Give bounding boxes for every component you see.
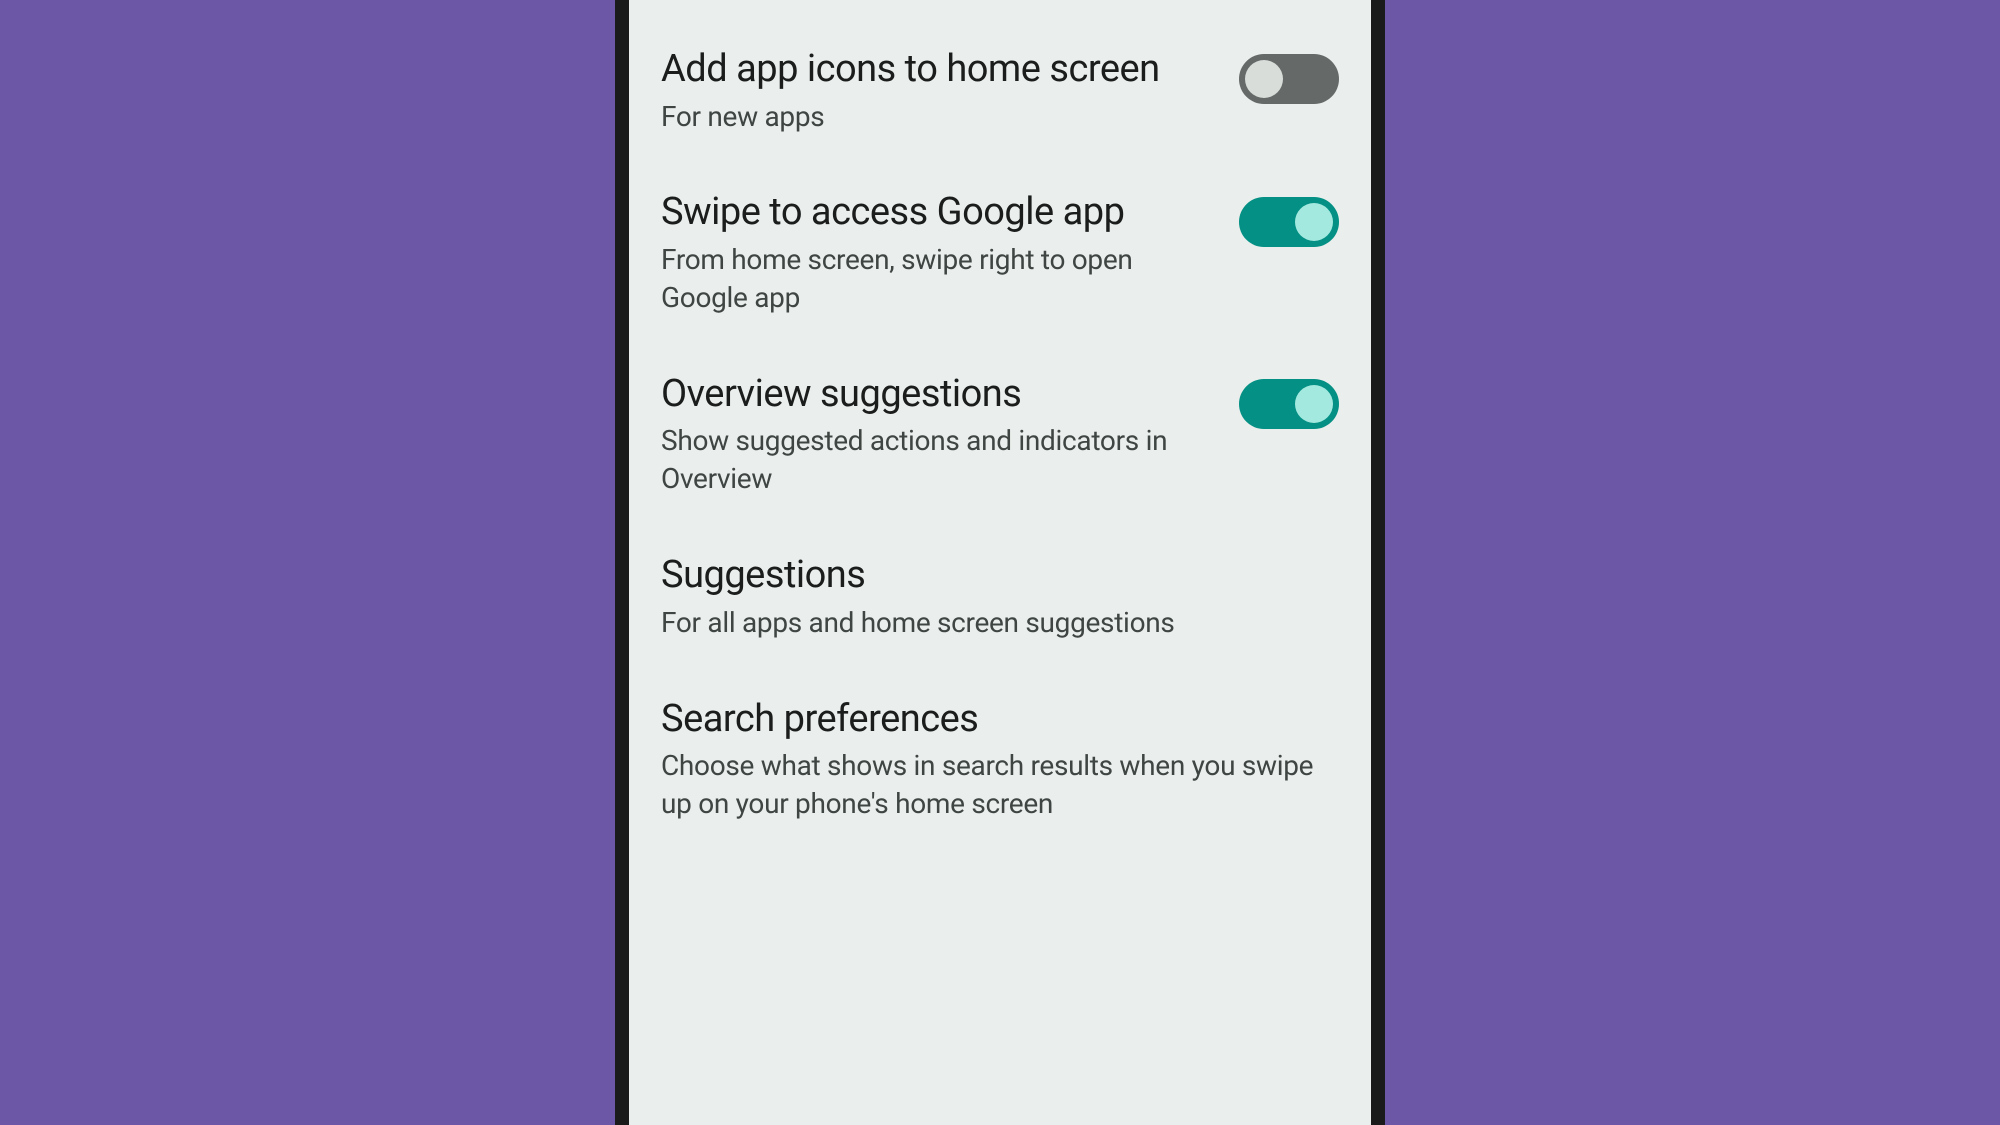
setting-title: Swipe to access Google app (661, 191, 1215, 235)
setting-subtitle: Choose what shows in search results when… (661, 747, 1315, 823)
setting-subtitle: For all apps and home screen suggestions (661, 604, 1315, 642)
setting-subtitle: Show suggested actions and indicators in… (661, 422, 1215, 498)
toggle-knob (1295, 203, 1333, 241)
setting-text: Overview suggestions Show suggested acti… (661, 373, 1239, 498)
toggle-swipe-google[interactable] (1239, 197, 1339, 247)
setting-suggestions[interactable]: Suggestions For all apps and home screen… (661, 526, 1339, 669)
toggle-knob (1245, 60, 1283, 98)
setting-swipe-google[interactable]: Swipe to access Google app From home scr… (661, 163, 1339, 344)
setting-text: Search preferences Choose what shows in … (661, 698, 1339, 823)
setting-title: Search preferences (661, 698, 1315, 742)
setting-subtitle: For new apps (661, 98, 1215, 136)
setting-title: Suggestions (661, 554, 1315, 598)
setting-title: Add app icons to home screen (661, 48, 1215, 92)
toggle-overview-suggestions[interactable] (1239, 379, 1339, 429)
setting-title: Overview suggestions (661, 373, 1215, 417)
toggle-add-app-icons[interactable] (1239, 54, 1339, 104)
setting-add-app-icons[interactable]: Add app icons to home screen For new app… (661, 20, 1339, 163)
settings-screen: Add app icons to home screen For new app… (629, 0, 1371, 1125)
setting-text: Add app icons to home screen For new app… (661, 48, 1239, 135)
toggle-knob (1295, 385, 1333, 423)
setting-overview-suggestions[interactable]: Overview suggestions Show suggested acti… (661, 345, 1339, 526)
setting-search-preferences[interactable]: Search preferences Choose what shows in … (661, 670, 1339, 851)
setting-subtitle: From home screen, swipe right to open Go… (661, 241, 1215, 317)
device-frame: Add app icons to home screen For new app… (615, 0, 1385, 1125)
setting-text: Suggestions For all apps and home screen… (661, 554, 1339, 641)
setting-text: Swipe to access Google app From home scr… (661, 191, 1239, 316)
